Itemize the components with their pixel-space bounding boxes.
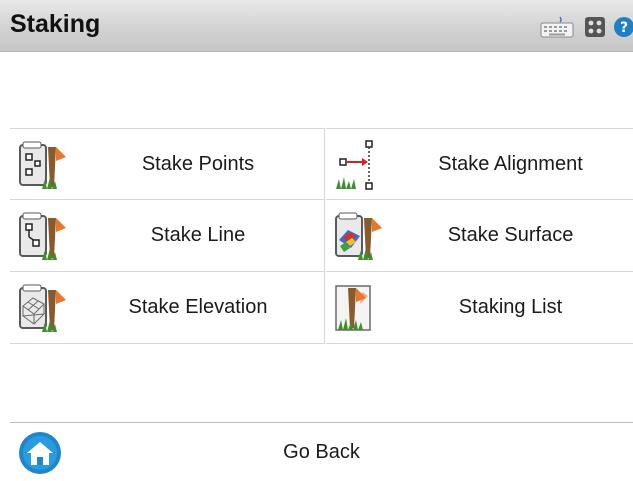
stake-line-icon [19, 212, 66, 260]
stake-points-button[interactable]: Stake Points [10, 128, 325, 200]
page-title: Staking [10, 10, 101, 38]
staking-list-icon [335, 285, 371, 331]
stake-points-icon [19, 141, 66, 189]
help-icon[interactable]: ? [613, 16, 633, 38]
stake-alignment-label: Stake Alignment [438, 152, 583, 175]
stake-surface-button[interactable]: Stake Surface [326, 200, 633, 272]
staking-list-label: Staking List [458, 296, 563, 318]
stake-surface-icon [335, 212, 382, 260]
staking-list-button[interactable]: Staking List [326, 272, 633, 344]
stake-alignment-button[interactable]: Stake Alignment [326, 128, 633, 200]
svg-text:?: ? [620, 20, 628, 36]
stake-line-label: Stake Line [150, 224, 246, 246]
stake-elevation-button[interactable]: Stake Elevation [10, 272, 325, 344]
apps-icon[interactable] [584, 16, 606, 38]
stake-elevation-icon [19, 284, 66, 332]
keyboard-icon[interactable] [540, 16, 574, 38]
stake-surface-label: Stake Surface [447, 224, 574, 246]
stake-alignment-icon [336, 140, 373, 190]
go-back-label: Go Back [283, 440, 360, 463]
stake-line-button[interactable]: Stake Line [10, 200, 325, 272]
go-back-button[interactable]: Go Back [10, 422, 633, 481]
staking-menu-grid: Stake Points Stake Alignment Stake Line [10, 128, 633, 346]
stake-points-label: Stake Points [141, 152, 255, 175]
stake-elevation-label: Stake Elevation [128, 296, 268, 318]
title-bar: Staking ? [0, 0, 633, 52]
